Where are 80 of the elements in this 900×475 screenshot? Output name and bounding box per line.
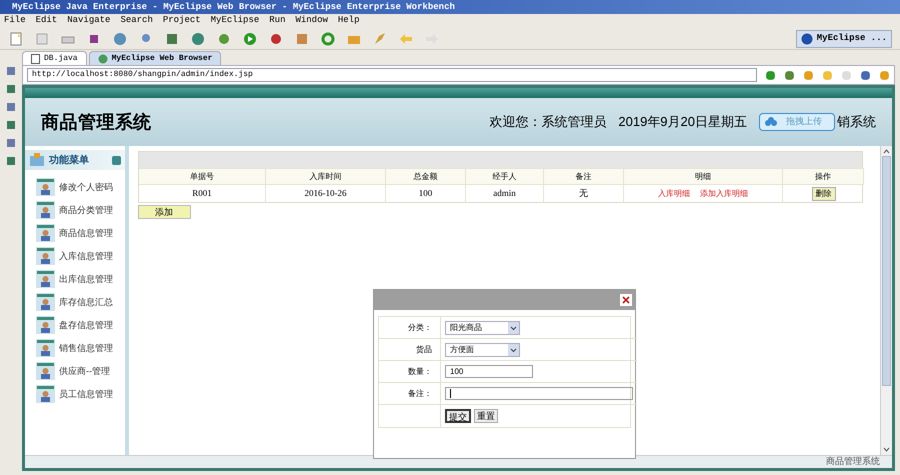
menu-item[interactable]: Navigate bbox=[67, 14, 110, 28]
sidebar-item[interactable]: 修改个人密码 bbox=[36, 178, 125, 196]
reset-button[interactable]: 重置 bbox=[474, 409, 498, 423]
table-cell: R001 bbox=[139, 184, 266, 202]
dropdown-icon bbox=[508, 344, 519, 356]
input-field[interactable]: 100 bbox=[445, 365, 533, 378]
table-cell: 100 bbox=[386, 184, 466, 202]
column-header: 明细 bbox=[624, 168, 783, 184]
table-cell: 2016-10-26 bbox=[266, 184, 386, 202]
logo-icon bbox=[800, 32, 813, 44]
menu-item[interactable]: Run bbox=[269, 14, 286, 28]
table-cell: admin bbox=[466, 184, 544, 202]
user-icon bbox=[36, 224, 55, 242]
user-icon bbox=[36, 270, 55, 288]
sidebar-item[interactable]: 库存信息汇总 bbox=[36, 293, 125, 311]
table-cell: 无 bbox=[544, 184, 624, 202]
sidebar-item[interactable]: 出库信息管理 bbox=[36, 270, 125, 288]
column-header: 单据号 bbox=[139, 168, 266, 184]
user-icon bbox=[36, 201, 55, 219]
delete-button[interactable]: 删除 bbox=[812, 186, 836, 200]
user-icon bbox=[36, 385, 55, 403]
user-icon bbox=[36, 362, 55, 380]
column-header: 备注 bbox=[544, 168, 624, 184]
sidebar-item[interactable]: 入库信息管理 bbox=[36, 247, 125, 265]
status-text: 商品管理系统 bbox=[826, 455, 880, 468]
close-button[interactable] bbox=[620, 294, 632, 306]
column-header: 入库时间 bbox=[266, 168, 386, 184]
field-label: 分类： bbox=[379, 317, 441, 339]
add-button[interactable]: 添加 bbox=[138, 205, 191, 219]
column-header: 总金额 bbox=[386, 168, 466, 184]
page-title: 商品管理系统 bbox=[41, 110, 152, 134]
editor-tab[interactable]: DB.java bbox=[22, 51, 87, 65]
user-icon bbox=[36, 178, 55, 196]
menu-item[interactable]: Window bbox=[295, 14, 328, 28]
menu-book-icon bbox=[29, 153, 45, 167]
menu-item[interactable]: Edit bbox=[36, 14, 58, 28]
cloud-icon bbox=[764, 116, 778, 128]
select-field[interactable]: 方便面 bbox=[445, 342, 520, 356]
date-text: 2019年9月20日星期五 bbox=[618, 113, 747, 132]
detail-link[interactable]: 入库明细 bbox=[658, 188, 690, 200]
user-icon bbox=[36, 316, 55, 334]
field-label: 货品 bbox=[379, 339, 441, 361]
logout-link[interactable]: 销系统 bbox=[837, 112, 876, 132]
menu-item[interactable]: Help bbox=[338, 14, 360, 28]
window-title: MyEclipse Java Enterprise - MyEclipse Web Browser - MyEclipse Enterprise Workbench bbox=[0, 0, 900, 14]
sidebar-item[interactable]: 商品分类管理 bbox=[36, 201, 125, 219]
sidebar-item[interactable]: 盘存信息管理 bbox=[36, 316, 125, 334]
welcome-text: 欢迎您：系统管理员 bbox=[489, 113, 606, 132]
globe-icon[interactable] bbox=[190, 30, 206, 46]
sidebar-item[interactable]: 销售信息管理 bbox=[36, 339, 125, 357]
user-icon bbox=[36, 339, 55, 357]
field-label: 数量： bbox=[379, 361, 441, 383]
user-icon bbox=[36, 247, 55, 265]
dropdown-icon bbox=[508, 322, 519, 334]
sidebar-item[interactable]: 供应商--管理 bbox=[36, 362, 125, 380]
close-icon bbox=[622, 296, 630, 304]
sidebar-title: 功能菜单 bbox=[49, 154, 89, 168]
save-icon[interactable] bbox=[34, 30, 50, 46]
editor-tab[interactable]: MyEclipse Web Browser bbox=[88, 51, 222, 65]
detail-link[interactable]: 添加入库明细 bbox=[700, 188, 748, 200]
globe-icon[interactable] bbox=[112, 30, 128, 46]
menu-item[interactable]: Project bbox=[162, 14, 201, 28]
globe-icon bbox=[98, 54, 108, 64]
perspective-button[interactable]: MyEclipse ... bbox=[796, 30, 892, 48]
url-field[interactable]: http://localhost:8080/shangpin/admin/index.jsp bbox=[27, 68, 757, 82]
field-label: 备注： bbox=[379, 383, 441, 405]
input-field[interactable] bbox=[445, 387, 633, 400]
column-header: 操作 bbox=[783, 168, 864, 184]
new-file-icon[interactable] bbox=[8, 30, 24, 46]
collapse-icon[interactable] bbox=[112, 156, 121, 164]
column-header: 经手人 bbox=[466, 168, 544, 184]
menu-item[interactable]: File bbox=[4, 14, 26, 28]
menu-item[interactable]: MyEclipse bbox=[210, 14, 260, 28]
submit-button[interactable]: 提交 bbox=[445, 409, 471, 423]
user-icon bbox=[36, 293, 55, 311]
select-field[interactable]: 阳光商品 bbox=[445, 320, 520, 334]
sidebar-item[interactable]: 员工信息管理 bbox=[36, 385, 125, 403]
sidebar-item[interactable]: 商品信息管理 bbox=[36, 224, 125, 242]
menu-item[interactable]: Search bbox=[120, 14, 153, 28]
scrollbar-thumb[interactable] bbox=[882, 156, 891, 386]
